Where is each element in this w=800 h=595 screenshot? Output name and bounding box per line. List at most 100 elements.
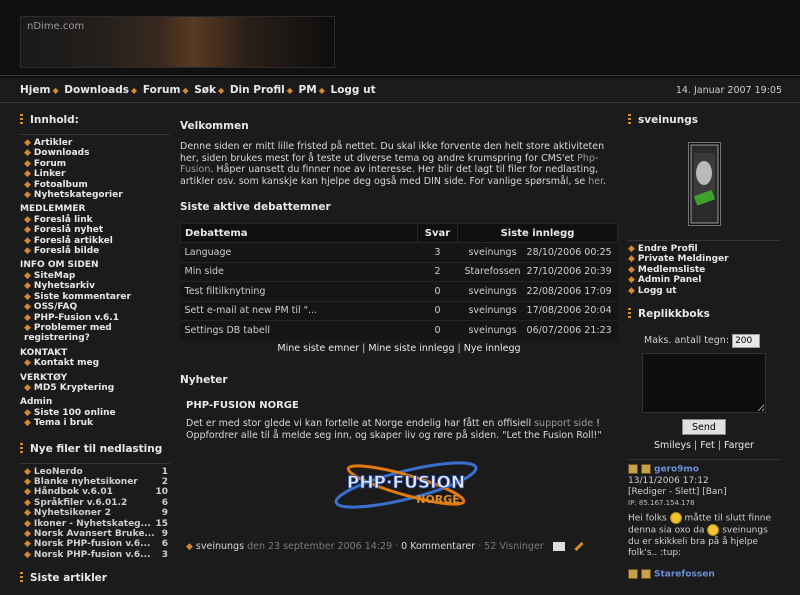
forum-topic[interactable]: Language <box>180 242 418 262</box>
bullet-icon: ◆ <box>24 246 31 257</box>
shout-ip: IP: 85.167.154.178 <box>628 498 695 507</box>
forum-last-date: 27/10/2006 20:39 <box>526 266 612 278</box>
forum-last-post: sveinungs 06/07/2006 21:23 <box>457 320 618 340</box>
news-author[interactable]: sveinungs <box>196 541 244 552</box>
menu-item[interactable]: ◆ Siste 100 online <box>20 408 170 418</box>
new-posts-link[interactable]: Nye innlegg <box>464 343 521 354</box>
menu-item[interactable]: ◆ Foreslå nyhet <box>20 225 170 235</box>
shout-user[interactable]: Starefossen <box>654 569 715 579</box>
nav-profile[interactable]: Din Profil <box>230 84 285 96</box>
download-name-text: Nyhetsikoner 2 <box>33 508 111 519</box>
menu-item[interactable]: ◆ Linker <box>20 169 170 179</box>
user-menu-item[interactable]: ◆ Admin Panel <box>628 275 780 285</box>
nav-separator: ◆ <box>318 86 325 95</box>
forum-row: Test filtilknytning 0 sveinungs 22/08/2006… <box>180 281 618 301</box>
news-comments-link[interactable]: 0 Kommentarer <box>401 541 475 552</box>
nav-downloads[interactable]: Downloads <box>64 84 129 96</box>
menu-item[interactable]: ◆ Foreslå bilde <box>20 246 170 256</box>
menu-item-label: Foreslå nyhet <box>33 225 104 236</box>
forum-last-user[interactable]: sveinungs <box>462 305 524 316</box>
forum-topic[interactable]: Sett e-mail at new PM til "... <box>180 300 418 321</box>
site-banner[interactable]: nDime.com <box>20 16 335 68</box>
download-item[interactable]: ◆ Norsk Avansert Bruke... 9 <box>20 529 170 539</box>
bold-link[interactable]: Fet <box>700 440 715 451</box>
pm-icon[interactable] <box>641 568 651 579</box>
forum-topic[interactable]: Settings DB tabell <box>180 320 418 340</box>
menu-item[interactable]: ◆ Foreslå artikkel <box>20 236 170 246</box>
download-name: ◆ Norsk Avansert Bruke... <box>24 529 155 539</box>
menu-item-label: Siste kommentarer <box>33 291 131 302</box>
bullet-icon: ◆ <box>186 542 193 552</box>
forum-last-date: 22/08/2006 17:09 <box>526 285 612 297</box>
shout-actions[interactable]: [Rediger - Slett] [Ban] <box>628 487 780 498</box>
download-item[interactable]: ◆ LeoNerdo 1 <box>20 467 170 477</box>
user-menu-label: Medlemsliste <box>637 264 706 275</box>
menu-item-label: Nyhetskategorier <box>33 190 123 201</box>
menu-item[interactable]: ◆ Tema i bruk <box>20 418 170 428</box>
faq-link[interactable]: her <box>588 176 603 187</box>
nav-search[interactable]: Søk <box>194 84 216 96</box>
user-menu-item[interactable]: ◆ Private Meldinger <box>628 254 780 264</box>
download-name: ◆ Håndbok v.6.01 <box>24 487 113 497</box>
pm-icon[interactable] <box>641 464 651 475</box>
nav-home[interactable]: Hjem <box>20 84 50 96</box>
forum-header-replies: Svar <box>417 223 458 243</box>
download-item[interactable]: ◆ Norsk PHP-fusion v.6... 3 <box>20 550 170 560</box>
forum-last-user[interactable]: sveinungs <box>462 325 524 336</box>
user-menu-item[interactable]: ◆ Endre Profil <box>628 244 780 254</box>
menu-item[interactable]: ◆ Artikler <box>20 138 170 148</box>
forum-replies: 2 <box>417 261 458 282</box>
forum-last-user[interactable]: sveinungs <box>462 286 524 297</box>
menu-item[interactable]: ◆ MD5 Kryptering <box>20 383 170 393</box>
edit-icon[interactable] <box>574 541 584 552</box>
bullet-icon: ◆ <box>24 179 31 190</box>
menu-item[interactable]: ◆ Nyhetsarkiv <box>20 281 170 291</box>
menu-item[interactable]: ◆ Downloads <box>20 148 170 158</box>
nav-logout[interactable]: Logg ut <box>331 84 376 96</box>
download-item[interactable]: ◆ Språkfiler v.6.01.2 6 <box>20 498 170 508</box>
send-button[interactable]: Send <box>682 419 726 436</box>
menu-item[interactable]: ◆ OSS/FAQ <box>20 302 170 312</box>
support-link[interactable]: support side <box>534 418 593 429</box>
bullet-icon: ◆ <box>24 148 31 159</box>
forum-last-user[interactable]: Starefossen <box>462 266 524 277</box>
download-item[interactable]: ◆ Nyhetsikoner 2 9 <box>20 508 170 518</box>
smileys-link[interactable]: Smileys <box>654 440 691 451</box>
shout-user[interactable]: gero9mo <box>654 465 699 475</box>
menu-item[interactable]: ◆ Siste kommentarer <box>20 292 170 302</box>
menu-item[interactable]: ◆ Forum <box>20 159 170 169</box>
menu-item[interactable]: ◆ SiteMap <box>20 271 170 281</box>
download-item[interactable]: ◆ Ikoner - Nyhetskateg... 15 <box>20 519 170 529</box>
news-footer: ◆ sveinungs den 23 september 2006 14:29 ·… <box>186 541 620 552</box>
print-icon[interactable] <box>552 542 565 551</box>
menu-category: KONTAKT <box>20 347 68 358</box>
nav-pm[interactable]: PM <box>299 84 317 96</box>
my-posts-link[interactable]: Mine siste innlegg <box>368 343 454 354</box>
menu-item-label: Linker <box>33 169 66 180</box>
colors-link[interactable]: Farger <box>724 440 754 451</box>
navbar: Hjem ◆ Downloads ◆ Forum ◆ Søk ◆ Din Profil ◆… <box>0 79 800 101</box>
forum-header-topic: Debattema <box>180 223 418 243</box>
menu-item[interactable]: ◆ Foreslå link <box>20 215 170 225</box>
bullet-icon: ◆ <box>24 322 31 333</box>
forum-last-user[interactable]: sveinungs <box>462 247 524 258</box>
menu-item[interactable]: ◆ Problemer med registrering? <box>20 323 170 344</box>
my-topics-link[interactable]: Mine siste emner <box>277 343 359 354</box>
menu-item[interactable]: ◆ Nyhetskategorier <box>20 190 170 200</box>
shout-message-input[interactable] <box>642 353 766 414</box>
bullet-icon: ◆ <box>24 291 31 302</box>
nav-divider <box>0 102 800 103</box>
innhold-title: Innhold: <box>20 112 170 128</box>
nav-forum[interactable]: Forum <box>143 84 181 96</box>
download-item[interactable]: ◆ Håndbok v.6.01 10 <box>20 487 170 497</box>
download-item[interactable]: ◆ Norsk PHP-fusion v.6... 6 <box>20 539 170 549</box>
forum-topic[interactable]: Min side <box>180 261 418 282</box>
menu-item[interactable]: ◆ Fotoalbum <box>20 180 170 190</box>
smiley-icon <box>707 524 720 537</box>
menu-item[interactable]: ◆ Kontakt meg <box>20 358 170 368</box>
download-item[interactable]: ◆ Blanke nyhetsikoner 2 <box>20 477 170 487</box>
user-menu-item[interactable]: ◆ Logg ut <box>628 286 780 296</box>
forum-topic[interactable]: Test filtilknytning <box>180 281 418 301</box>
user-menu-item[interactable]: ◆ Medlemsliste <box>628 265 780 275</box>
menu-item[interactable]: ◆ PHP-Fusion v.6.1 <box>20 313 170 323</box>
